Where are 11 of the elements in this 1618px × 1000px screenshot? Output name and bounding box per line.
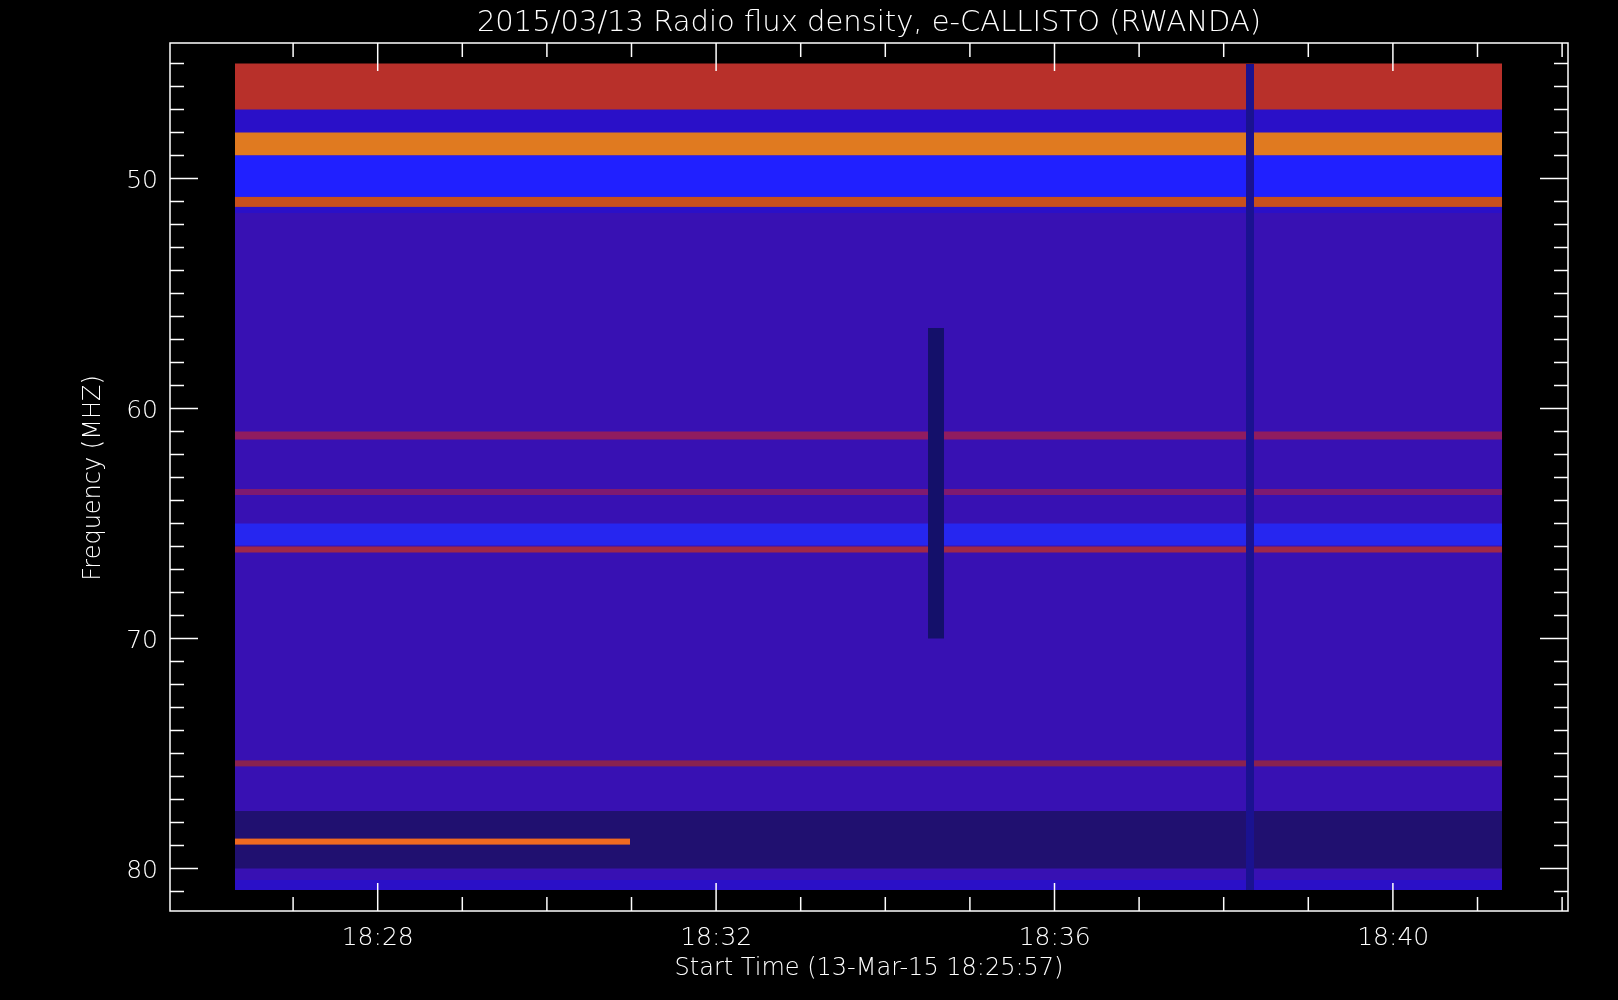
y-tick-label: 50: [126, 164, 158, 194]
x-tick-label: 18:28: [341, 922, 414, 951]
x-axis-label: Start Time (13-Mar-15 18:25:57): [674, 953, 1064, 981]
x-tick-label: 18:32: [680, 922, 753, 951]
x-tick-label: 18:36: [1018, 922, 1091, 951]
y-tick-label: 60: [126, 394, 158, 424]
y-axis-label: Frequency (MHZ): [78, 375, 106, 581]
y-tick-label: 80: [126, 854, 158, 884]
chart-title: 2015/03/13 Radio flux density, e-CALLISTO (RWANDA): [476, 4, 1262, 38]
x-tick-label: 18:40: [1357, 922, 1430, 951]
y-tick-label: 70: [126, 624, 158, 654]
